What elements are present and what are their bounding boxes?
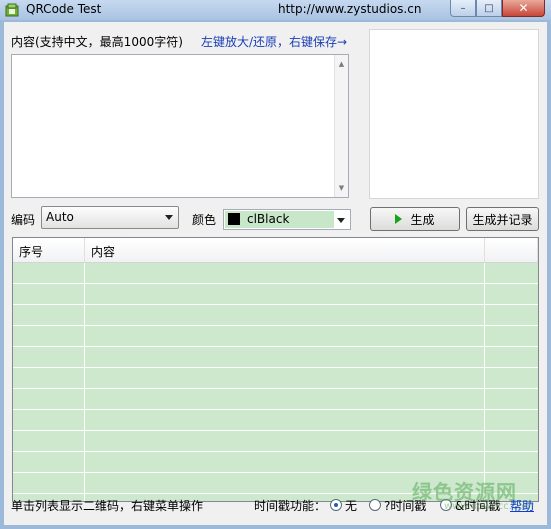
table-row[interactable]: [13, 305, 538, 326]
color-value: clBlack: [247, 212, 290, 226]
table-cell-index: [13, 389, 85, 410]
window-controls: – □ ✕: [450, 0, 545, 18]
table-row[interactable]: [13, 431, 538, 452]
table-cell-index: [13, 305, 85, 326]
table-row[interactable]: [13, 368, 538, 389]
table-rows: [13, 263, 538, 501]
table-cell-content: [85, 368, 485, 389]
table-cell-content: [85, 263, 485, 284]
radio-ts-question[interactable]: [369, 499, 381, 511]
table-row[interactable]: [13, 326, 538, 347]
column-header-index[interactable]: 序号: [13, 238, 85, 262]
table-cell-index: [13, 410, 85, 431]
window-url: http://www.zystudios.cn: [278, 2, 422, 16]
minimize-button[interactable]: –: [450, 0, 476, 17]
chevron-down-icon: [337, 218, 345, 223]
hint-label: 左键放大/还原，右键保存→: [201, 35, 348, 49]
scroll-down-icon[interactable]: ▼: [335, 181, 348, 195]
close-button[interactable]: ✕: [502, 0, 545, 17]
scroll-up-icon[interactable]: ▲: [335, 57, 348, 71]
content-textarea[interactable]: ▲ ▼: [11, 54, 349, 198]
generate-button[interactable]: 生成: [370, 207, 460, 231]
table-cell-content: [85, 326, 485, 347]
table-row[interactable]: [13, 410, 538, 431]
window-title: QRCode Test: [26, 2, 102, 16]
table-cell-index: [13, 431, 85, 452]
chevron-down-icon: [165, 215, 173, 220]
table-cell-content: [85, 347, 485, 368]
encoding-value: Auto: [46, 210, 74, 224]
table-cell-content: [85, 305, 485, 326]
table-row[interactable]: [13, 284, 538, 305]
title-bar[interactable]: QRCode Test http://www.zystudios.cn – □ …: [0, 0, 551, 20]
generate-record-label: 生成并记录: [472, 212, 533, 227]
play-icon: [395, 214, 403, 224]
table-cell-content: [85, 389, 485, 410]
table-cell-content: [85, 284, 485, 305]
maximize-button[interactable]: □: [476, 0, 502, 17]
help-link[interactable]: 帮助: [510, 497, 534, 514]
record-table[interactable]: 序号 内容: [12, 237, 539, 502]
table-cell-index: [13, 263, 85, 284]
table-cell-index: [13, 347, 85, 368]
app-icon: [5, 3, 19, 17]
table-cell-content: [85, 452, 485, 473]
table-cell-index: [13, 368, 85, 389]
generate-button-label: 生成: [410, 212, 435, 227]
radio-ts-none[interactable]: [330, 499, 342, 511]
table-cell-content: [85, 431, 485, 452]
color-label: 颜色: [192, 213, 217, 227]
qrcode-preview[interactable]: [369, 29, 539, 199]
table-cell-index: [13, 326, 85, 347]
encoding-select[interactable]: Auto: [41, 206, 179, 229]
color-field: clBlack: [225, 211, 334, 228]
radio-ts-none-label[interactable]: 无: [345, 497, 357, 514]
encoding-label: 编码: [11, 213, 36, 227]
table-header: 序号 内容: [13, 238, 538, 263]
column-header-content[interactable]: 内容: [85, 238, 485, 262]
color-swatch: [228, 213, 240, 225]
table-row[interactable]: [13, 347, 538, 368]
status-text: 单击列表显示二维码，右键菜单操作: [11, 499, 204, 513]
timestamp-label: 时间戳功能：: [254, 499, 327, 513]
textarea-scrollbar[interactable]: ▲ ▼: [334, 55, 348, 197]
table-row[interactable]: [13, 263, 538, 284]
generate-record-button[interactable]: 生成并记录: [466, 207, 539, 231]
client-area: 内容(支持中文，最高1000字符) 左键放大/还原，右键保存→ ▲ ▼ 编码 A…: [4, 22, 547, 525]
table-cell-index: [13, 284, 85, 305]
table-cell-content: [85, 410, 485, 431]
table-row[interactable]: [13, 389, 538, 410]
table-cell-index: [13, 473, 85, 494]
table-cell-index: [13, 452, 85, 473]
color-select[interactable]: clBlack: [223, 209, 351, 230]
app-window: QRCode Test http://www.zystudios.cn – □ …: [0, 0, 551, 529]
table-row[interactable]: [13, 452, 538, 473]
column-header-extra[interactable]: [485, 238, 538, 262]
content-label: 内容(支持中文，最高1000字符): [11, 35, 183, 49]
